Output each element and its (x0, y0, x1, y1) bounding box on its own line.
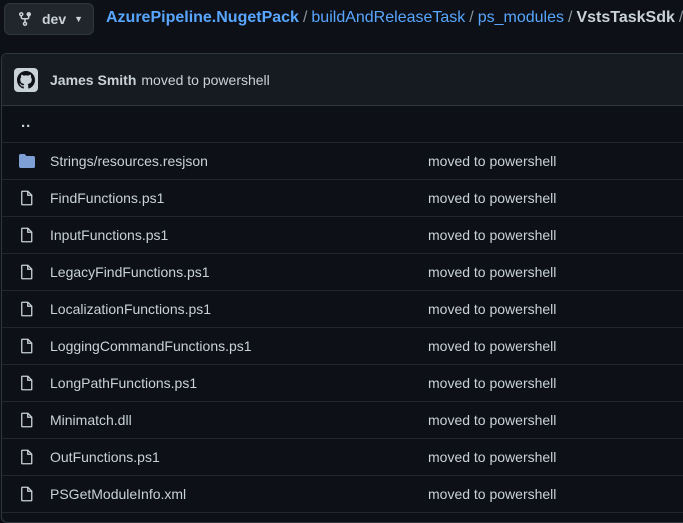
file-row[interactable]: LocalizationFunctions.ps1 moved to power… (2, 291, 683, 328)
parent-directory-link[interactable]: .. (21, 114, 31, 131)
file-commit-message-link[interactable]: moved to powershell (428, 338, 556, 354)
file-name-link[interactable]: Strings/resources.resjson (50, 153, 208, 169)
file-row[interactable]: LegacyFindFunctions.ps1 moved to powersh… (2, 254, 683, 291)
breadcrumb: AzurePipeline.NugetPack / buildAndReleaseT… (106, 9, 683, 27)
breadcrumb-link-buildandreleasetask[interactable]: buildAndReleaseTask (311, 9, 465, 26)
file-icon (18, 485, 36, 503)
breadcrumb-current: VstsTaskSdk (576, 9, 675, 26)
latest-commit-header: James Smith moved to powershell (2, 54, 683, 106)
file-name-link[interactable]: OutFunctions.ps1 (50, 449, 160, 465)
file-commit-message-link[interactable]: moved to powershell (428, 264, 556, 280)
file-icon (18, 411, 36, 429)
file-row[interactable]: Minimatch.dll moved to powershell (2, 402, 683, 439)
breadcrumb-link-ps-modules[interactable]: ps_modules (478, 9, 564, 26)
file-name-link[interactable]: InputFunctions.ps1 (50, 227, 168, 243)
parent-directory-row[interactable]: .. (2, 106, 683, 143)
file-name-link[interactable]: FindFunctions.ps1 (50, 190, 164, 206)
chevron-down-icon: ▼ (74, 14, 84, 24)
breadcrumb-trailing-separator: / (678, 9, 683, 26)
file-commit-message-link[interactable]: moved to powershell (428, 190, 556, 206)
folder-icon (18, 152, 36, 170)
git-branch-icon (17, 11, 33, 27)
file-name-link[interactable]: PSGetModuleInfo.xml (50, 486, 186, 502)
file-icon (18, 448, 36, 466)
file-name-link[interactable]: LocalizationFunctions.ps1 (50, 301, 211, 317)
file-icon (18, 300, 36, 318)
file-commit-message-link[interactable]: moved to powershell (428, 153, 556, 169)
file-row[interactable]: Strings/resources.resjson moved to power… (2, 143, 683, 180)
branch-selector-button[interactable]: dev ▼ (4, 3, 94, 35)
file-icon (18, 374, 36, 392)
file-name-link[interactable]: LongPathFunctions.ps1 (50, 375, 197, 391)
file-icon (18, 189, 36, 207)
file-row[interactable]: LongPathFunctions.ps1 moved to powershel… (2, 365, 683, 402)
file-commit-message-link[interactable]: moved to powershell (428, 412, 556, 428)
breadcrumb-repo-link[interactable]: AzurePipeline.NugetPack (106, 9, 299, 26)
file-icon (18, 263, 36, 281)
breadcrumb-separator: / (302, 9, 308, 26)
file-row[interactable]: FindFunctions.ps1 moved to powershell (2, 180, 683, 217)
file-name-link[interactable]: LoggingCommandFunctions.ps1 (50, 338, 252, 354)
breadcrumb-separator: / (568, 9, 573, 26)
file-name-link[interactable]: LegacyFindFunctions.ps1 (50, 264, 210, 280)
file-commit-message-link[interactable]: moved to powershell (428, 449, 556, 465)
file-row[interactable]: InputFunctions.ps1 moved to powershell (2, 217, 683, 254)
commit-message-link[interactable]: moved to powershell (141, 72, 269, 88)
github-avatar-icon[interactable] (14, 67, 38, 92)
file-row[interactable]: LoggingCommandFunctions.ps1 moved to pow… (2, 328, 683, 365)
file-row[interactable]: OutFunctions.ps1 moved to powershell (2, 439, 683, 476)
top-bar: dev ▼ AzurePipeline.NugetPack / buildAndRe… (0, 0, 683, 38)
file-browser: James Smith moved to powershell .. Strin… (1, 53, 683, 523)
file-commit-message-link[interactable]: moved to powershell (428, 301, 556, 317)
file-icon (18, 226, 36, 244)
file-name-link[interactable]: Minimatch.dll (50, 412, 132, 428)
file-row[interactable]: PSGetModuleInfo.xml moved to powershell (2, 476, 683, 513)
file-commit-message-link[interactable]: moved to powershell (428, 227, 556, 243)
file-commit-message-link[interactable]: moved to powershell (428, 486, 556, 502)
file-icon (18, 337, 36, 355)
commit-author-link[interactable]: James Smith (50, 72, 136, 88)
breadcrumb-separator: / (469, 9, 474, 26)
file-list: Strings/resources.resjson moved to power… (2, 143, 683, 513)
branch-name: dev (42, 11, 67, 27)
file-commit-message-link[interactable]: moved to powershell (428, 375, 556, 391)
